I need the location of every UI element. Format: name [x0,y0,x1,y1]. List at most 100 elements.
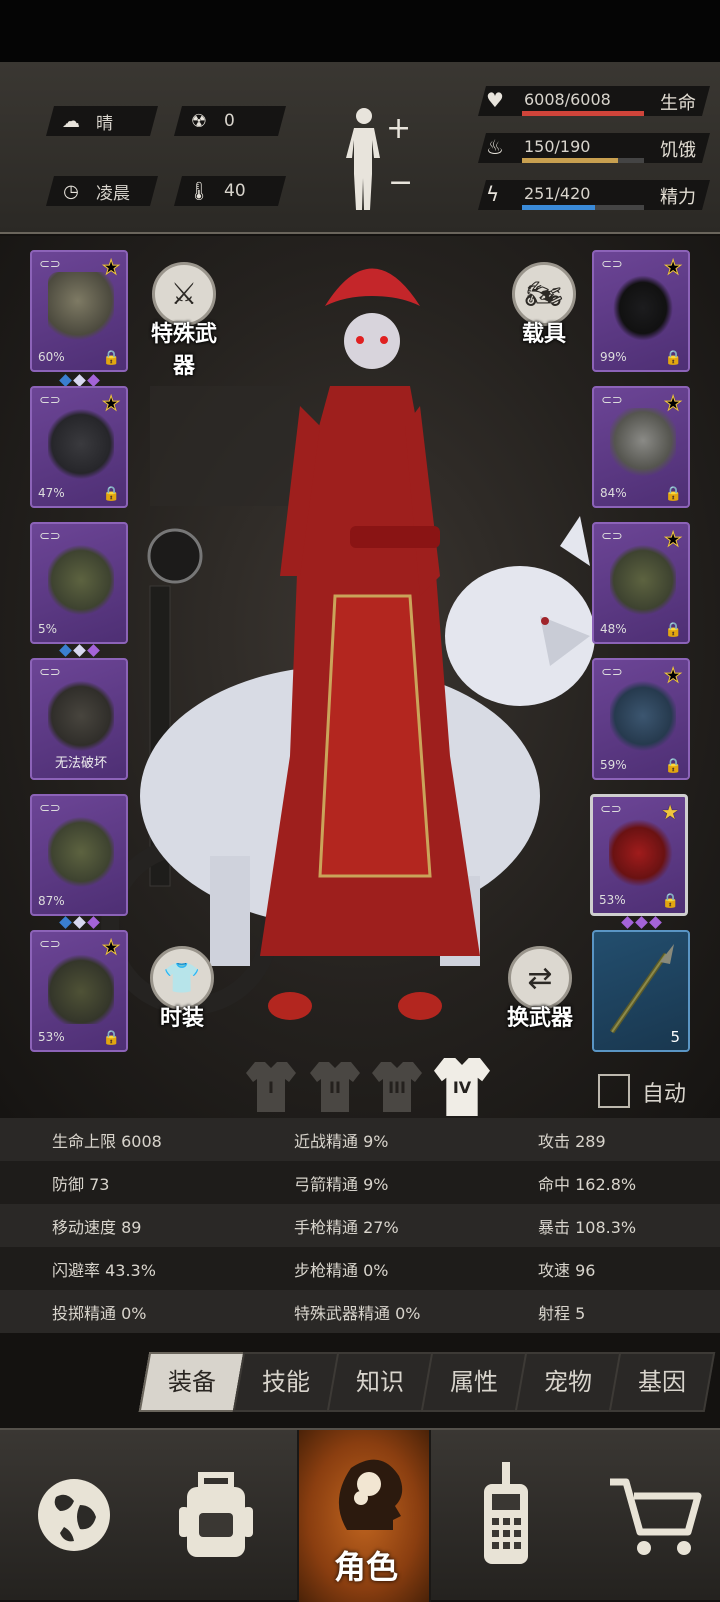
item-count: 5 [670,1028,680,1046]
vest-slot[interactable]: ⊂⊃ ★ 48% 🔒 [592,522,690,644]
durability-percent: 53% [38,1030,65,1044]
character-head-icon [338,1459,403,1530]
hunger-label: 饥饿 [660,140,696,161]
stat-cell: 攻击 289 [538,1131,606,1151]
nav-bag[interactable] [156,1450,276,1580]
lock-icon: 🔒 [664,622,682,638]
gem-icon [86,374,100,387]
tab-genes[interactable]: 基因 [608,1352,716,1412]
link-icon: ⊂⊃ [39,257,61,272]
gas-mask-slot[interactable]: ⊂⊃ ★ 84% 🔒 [592,386,690,508]
red-pistol-slot[interactable]: ⊂⊃ ★ 53% 🔒 [590,794,688,916]
stats-row: 投掷精通 0% 特殊武器精通 0% 射程 5 [0,1290,720,1333]
fashion-button[interactable]: 👕 时装 [140,946,224,1032]
tab-attributes[interactable]: 属性 [420,1352,528,1412]
jacket-slot[interactable]: ⊂⊃ ★ 47% 🔒 [30,386,128,508]
stat-cell: 近战精通 9% [294,1131,389,1151]
spear-slot[interactable]: 5 [592,930,690,1052]
switch-weapon-button[interactable]: ⇄ 换武器 [498,946,582,1032]
lock-icon: 🔒 [664,350,682,366]
temperature-chip: 🌡 40 [174,176,286,206]
outfit-tab-1[interactable]: I [246,1062,296,1112]
backpack-item-icon [48,680,114,752]
auto-checkbox[interactable] [598,1074,630,1108]
gem-icon [72,644,86,657]
boots-slot[interactable]: ⊂⊃ ★ 53% 🔒 [30,930,128,1052]
goggles-slot[interactable]: ⊂⊃ ★ 99% 🔒 [592,250,690,372]
outfit-tab-4[interactable]: IV [434,1058,490,1116]
tab-pets[interactable]: 宠物 [514,1352,622,1412]
durability-percent: 59% [600,758,627,772]
energy-label: 精力 [660,187,696,208]
backpack-icon [179,1472,253,1557]
durability-percent: 99% [600,350,627,364]
human-figure-icon: + − [346,108,413,210]
link-icon: ⊂⊃ [39,801,61,816]
energy-value: 251/420 [524,184,591,203]
tab-equipment[interactable]: 装备 [138,1352,246,1412]
gem-icon [648,916,662,929]
stat-cell: 命中 162.8% [538,1174,637,1194]
link-icon: ⊂⊃ [600,802,622,817]
red-pistol-item-icon [609,817,675,889]
body-status-figure[interactable]: + − [346,104,416,214]
durability-percent: 5% [38,622,58,636]
nav-radio[interactable] [446,1450,566,1580]
tab-label: 宠物 [544,1368,592,1396]
pants-slot[interactable]: ⊂⊃ 87% [30,794,128,916]
switch-weapon-label: 换武器 [506,1006,573,1031]
camo-suit-item-icon [48,544,114,616]
tab-label: 技能 [262,1368,310,1396]
backpack-slot[interactable]: ⊂⊃ 无法破坏 [30,658,128,780]
outfit-tab-2[interactable]: II [310,1062,360,1112]
tab-knowledge[interactable]: 知识 [326,1352,434,1412]
tab-label: 属性 [450,1368,498,1396]
hunger-value: 150/190 [524,137,591,156]
link-icon: ⊂⊃ [39,393,61,408]
camo-suit-slot[interactable]: ⊂⊃ 5% [30,522,128,644]
radiation-chip: ☢ 0 [174,106,286,136]
stomach-icon: ♨ [486,135,504,159]
tab-label: 装备 [168,1368,216,1396]
special-weapon-button[interactable]: ⚔ 特殊武器 [142,262,226,380]
heart-icon: ♥ [486,88,504,112]
character-scene: ⊂⊃ ★ 60% 🔒 ⊂⊃ ★ 47% 🔒 ⊂⊃ 5% ⊂⊃ 无法破坏 ⊂⊃ 8… [0,236,720,1118]
nav-shop[interactable] [594,1450,714,1580]
radiation-value: 0 [224,111,235,131]
durability-percent: 60% [38,350,65,364]
helmet-gems [30,374,128,387]
link-icon: ⊂⊃ [601,393,623,408]
link-icon: ⊂⊃ [601,257,623,272]
outfit-tab-3[interactable]: III [372,1062,422,1112]
vehicle-button[interactable]: 🏍 载具 [502,262,586,348]
stat-cell: 步枪精通 0% [294,1260,389,1280]
stat-cell: 闪避率 43.3% [52,1260,156,1280]
indestructible-label: 无法破坏 [54,756,107,771]
helmet-slot[interactable]: ⊂⊃ ★ 60% 🔒 [30,250,128,372]
shield-item-icon [610,680,676,752]
tab-skills[interactable]: 技能 [232,1352,340,1412]
time-label: 凌晨 [96,183,130,204]
stat-cell: 生命上限 6008 [52,1131,162,1151]
vehicle-label: 载具 [521,322,566,347]
gem-icon [86,916,100,929]
lock-icon: 🔒 [102,1030,120,1046]
special-weapon-label: 特殊武器 [150,322,217,379]
svg-text:+: + [386,111,411,146]
gem-icon [58,374,72,387]
lock-icon: 🔒 [102,486,120,502]
nav-map[interactable] [14,1450,134,1580]
durability-percent: 48% [600,622,627,636]
lock-icon: 🔒 [664,486,682,502]
temperature-value: 40 [224,181,246,201]
nav-character[interactable]: 角色 [297,1430,431,1602]
health-fill [522,111,644,116]
health-bar: ♥ 6008/6008 生命 [478,82,710,118]
cloud-sun-icon: ☁ [62,110,80,132]
section-tabs: 装备 技能 知识 属性 宠物 基因 [136,1352,716,1416]
shield-slot[interactable]: ⊂⊃ ★ 59% 🔒 [592,658,690,780]
stat-cell: 手枪精通 27% [294,1217,399,1237]
stat-cell: 暴击 108.3% [538,1217,637,1237]
stat-cell: 特殊武器精通 0% [294,1303,421,1323]
cart-icon [610,1478,702,1555]
